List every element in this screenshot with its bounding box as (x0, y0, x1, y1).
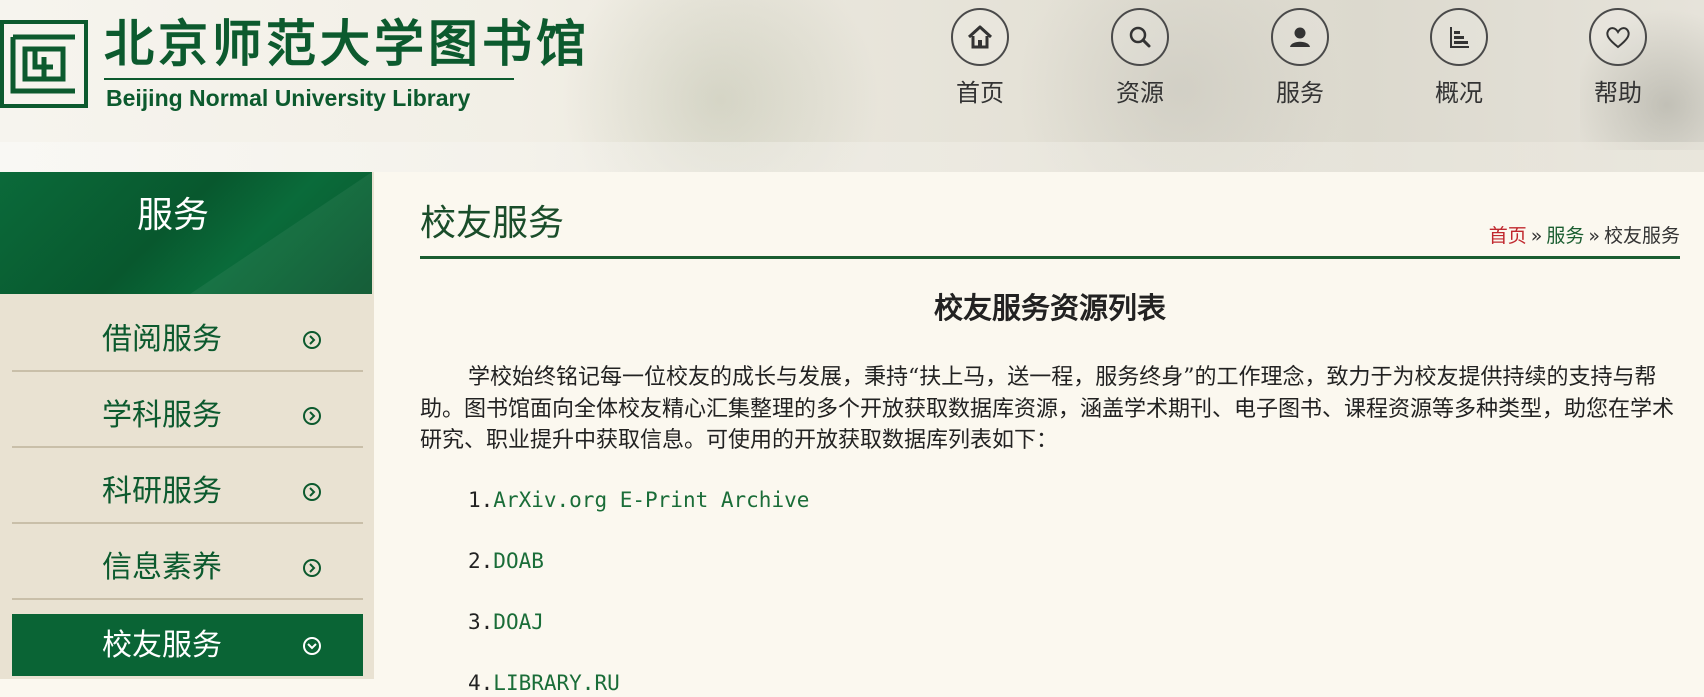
database-link-doab[interactable]: DOAB (493, 549, 544, 573)
chevron-down-circle-icon (303, 637, 321, 655)
nav-home[interactable]: 首页 (920, 8, 1040, 118)
site-header: 北京师范大学图书馆 Beijing Normal University Libr… (0, 0, 1704, 172)
breadcrumb-current: 校友服务 (1603, 225, 1680, 247)
list-item: 1.ArXiv.org E-Print Archive (468, 486, 809, 514)
chevron-right-circle-icon (303, 407, 321, 425)
database-link-arxiv[interactable]: ArXiv.org E-Print Archive (493, 488, 809, 512)
list-item-number: 3. (468, 610, 494, 634)
content-heading: 校友服务资源列表 (933, 291, 1166, 325)
nav-resources-label: 资源 (1116, 79, 1164, 107)
logo-divider (104, 78, 514, 80)
sidebar-item-label: 学科服务 (102, 398, 222, 433)
list-item-number: 2. (468, 549, 494, 573)
sidebar-title: 服务 (136, 195, 209, 236)
sidebar-item-label: 借阅服务 (102, 322, 222, 357)
database-link-doaj[interactable]: DOAJ (493, 610, 544, 634)
list-item: 3.DOAJ (468, 608, 544, 636)
heart-icon[interactable] (1589, 8, 1647, 66)
breadcrumb-home-link[interactable]: 首页 (1489, 225, 1527, 247)
title-divider (420, 256, 1680, 259)
nav-home-label: 首页 (956, 79, 1004, 107)
user-icon[interactable] (1271, 8, 1329, 66)
seal-glyph-icon (10, 34, 75, 94)
breadcrumb-services-link[interactable]: 服务 (1546, 225, 1584, 247)
chart-icon[interactable] (1430, 8, 1488, 66)
library-logo-chinese-name[interactable]: 北京师范大学图书馆 (104, 14, 590, 74)
library-logo-seal-icon[interactable] (0, 20, 88, 108)
sidebar-item-label: 信息素养 (102, 550, 222, 585)
database-link-library-ru[interactable]: LIBRARY.RU (493, 671, 619, 695)
sidebar-item-alumni[interactable]: 校友服务 (12, 614, 363, 676)
nav-resources[interactable]: 资源 (1080, 8, 1200, 118)
breadcrumb-separator: » (1530, 225, 1543, 247)
nav-overview[interactable]: 概况 (1399, 8, 1519, 118)
sidebar-item-label: 校友服务 (102, 628, 222, 663)
nav-services[interactable]: 服务 (1240, 8, 1360, 118)
header-bottom-band (0, 142, 1704, 172)
sidebar-item-literacy[interactable]: 信息素养 (12, 536, 363, 600)
list-item-number: 1. (468, 488, 494, 512)
list-item: 4.LIBRARY.RU (468, 669, 620, 697)
nav-services-label: 服务 (1276, 79, 1324, 107)
chevron-right-circle-icon (303, 559, 321, 577)
nav-help-label: 帮助 (1594, 79, 1642, 107)
search-icon[interactable] (1111, 8, 1169, 66)
home-icon[interactable] (951, 8, 1009, 66)
list-item-number: 4. (468, 671, 494, 695)
sidebar-item-label: 科研服务 (102, 474, 222, 509)
list-item: 2.DOAB (468, 547, 544, 575)
breadcrumb: 首页» 服务» 校友服务 (1489, 224, 1680, 248)
library-logo-english-name[interactable]: Beijing Normal University Library (106, 84, 470, 112)
breadcrumb-separator: » (1588, 225, 1600, 247)
sidebar-item-borrowing[interactable]: 借阅服务 (12, 308, 363, 372)
page-title: 校友服务 (420, 203, 565, 244)
chevron-right-circle-icon (303, 483, 321, 501)
intro-paragraph: 学校始终铭记每一位校友的成长与发展，秉持“扶上马，送一程，服务终身”的工作理念，… (420, 365, 1675, 453)
nav-overview-label: 概况 (1435, 79, 1483, 107)
sidebar-header: 服务 (0, 172, 372, 294)
sidebar-item-subject[interactable]: 学科服务 (12, 384, 363, 448)
chevron-right-circle-icon (303, 331, 321, 349)
nav-help[interactable]: 帮助 (1558, 8, 1678, 118)
sidebar: 服务 借阅服务 学科服务 科研服务 信息素养 校友服务 (0, 172, 374, 679)
sidebar-item-research[interactable]: 科研服务 (12, 460, 363, 524)
